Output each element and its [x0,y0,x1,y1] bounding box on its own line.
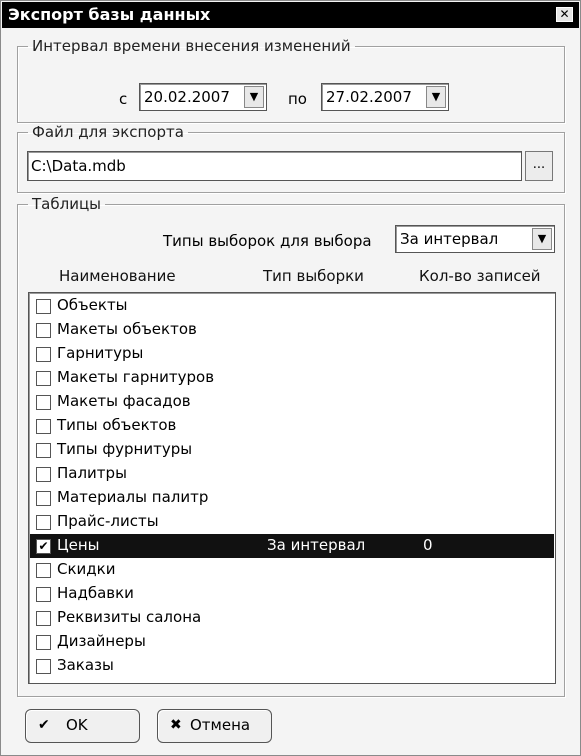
tables-legend: Таблицы [32,195,101,213]
to-label: по [288,90,307,108]
checkbox[interactable] [36,419,51,434]
chevron-down-icon[interactable]: ▼ [244,86,264,108]
checkbox[interactable] [36,635,51,650]
ok-button[interactable]: ✔ OK [25,709,140,743]
export-file-path-value: C:\Data.mdb [31,157,126,175]
list-item-name: Дизайнеры [57,632,146,650]
checkbox[interactable] [36,515,51,530]
list-item-name: Материалы палитр [57,488,209,506]
column-header-count[interactable]: Кол-во записей [419,267,541,285]
list-item-name: Заказы [57,656,114,674]
list-item[interactable]: Надбавки [30,582,554,606]
selection-type-value: За интервал [400,230,499,248]
list-item-name: Макеты гарнитуров [57,368,215,386]
list-item-name: Макеты фасадов [57,392,191,410]
selection-type-label: Типы выборок для выбора [163,232,372,250]
checkbox[interactable] [36,443,51,458]
column-header-name[interactable]: Наименование [59,267,176,285]
list-item-name: Макеты объектов [57,320,197,338]
from-date-combo[interactable]: 20.02.2007 ▼ [139,83,267,111]
list-item-name: Типы фурнитуры [57,440,193,458]
chevron-down-icon[interactable]: ▼ [426,86,446,108]
list-item[interactable]: Объекты [30,294,554,318]
list-item[interactable]: Реквизиты салона [30,606,554,630]
list-item[interactable]: Типы фурнитуры [30,438,554,462]
list-item-name: Объекты [57,296,128,314]
interval-group: Интервал времени внесения изменений [17,37,565,123]
export-database-dialog: Экспорт базы данных ✕ Интервал времени в… [0,0,581,756]
checkbox[interactable] [36,299,51,314]
checkbox[interactable] [36,467,51,482]
list-item[interactable]: Макеты фасадов [30,390,554,414]
checkbox[interactable] [36,323,51,338]
checkmark-icon: ✔ [38,539,49,553]
checkbox-checked[interactable]: ✔ [36,539,51,554]
tables-list[interactable]: Объекты Макеты объектов Гарнитуры Макеты… [28,292,556,684]
export-file-legend: Файл для экспорта [32,123,184,141]
list-item[interactable]: Прайс-листы [30,510,554,534]
list-item-name: Гарнитуры [57,344,144,362]
list-item[interactable]: Гарнитуры [30,342,554,366]
cross-icon: ✖ [170,717,182,733]
list-item-count: 0 [423,536,433,554]
list-item-name: Надбавки [57,584,134,602]
checkbox[interactable] [36,347,51,362]
list-item-name: Реквизиты салона [57,608,202,626]
list-item[interactable]: Материалы палитр [30,486,554,510]
list-item[interactable]: Заказы [30,654,554,678]
browse-button[interactable]: ... [525,151,553,181]
to-date-combo[interactable]: 27.02.2007 ▼ [321,83,449,111]
to-date-value: 27.02.2007 [326,88,412,106]
selection-type-combo[interactable]: За интервал ▼ [395,225,555,253]
checkbox[interactable] [36,611,51,626]
title-bar: Экспорт базы данных ✕ [2,2,579,28]
checkbox[interactable] [36,395,51,410]
list-item-name: Цены [57,536,100,554]
interval-legend: Интервал времени внесения изменений [32,37,351,55]
ok-button-label: OK [66,716,88,734]
list-item-name: Типы объектов [57,416,177,434]
checkbox[interactable] [36,491,51,506]
checkmark-icon: ✔ [38,717,50,733]
list-item[interactable]: Макеты объектов [30,318,554,342]
list-item[interactable]: Скидки [30,558,554,582]
list-item[interactable]: Дизайнеры [30,630,554,654]
from-date-value: 20.02.2007 [144,88,230,106]
checkbox[interactable] [36,371,51,386]
export-file-path-input[interactable]: C:\Data.mdb [27,151,522,181]
close-icon: ✕ [559,7,570,21]
list-item-selected[interactable]: ✔ Цены За интервал 0 [30,534,554,558]
close-button[interactable]: ✕ [556,7,573,22]
cancel-button-label: Отмена [190,716,251,734]
list-item[interactable]: Типы объектов [30,414,554,438]
column-header-type[interactable]: Тип выборки [263,267,364,285]
list-item-type: За интервал [267,536,366,554]
chevron-down-icon[interactable]: ▼ [532,228,552,250]
list-item[interactable]: Макеты гарнитуров [30,366,554,390]
from-label: с [119,90,128,108]
window-title: Экспорт базы данных [8,5,211,24]
list-item-name: Скидки [57,560,116,578]
cancel-button[interactable]: ✖ Отмена [157,709,272,743]
list-item-name: Палитры [57,464,127,482]
list-item-name: Прайс-листы [57,512,159,530]
checkbox[interactable] [36,563,51,578]
list-item[interactable]: Палитры [30,462,554,486]
checkbox[interactable] [36,659,51,674]
checkbox[interactable] [36,587,51,602]
